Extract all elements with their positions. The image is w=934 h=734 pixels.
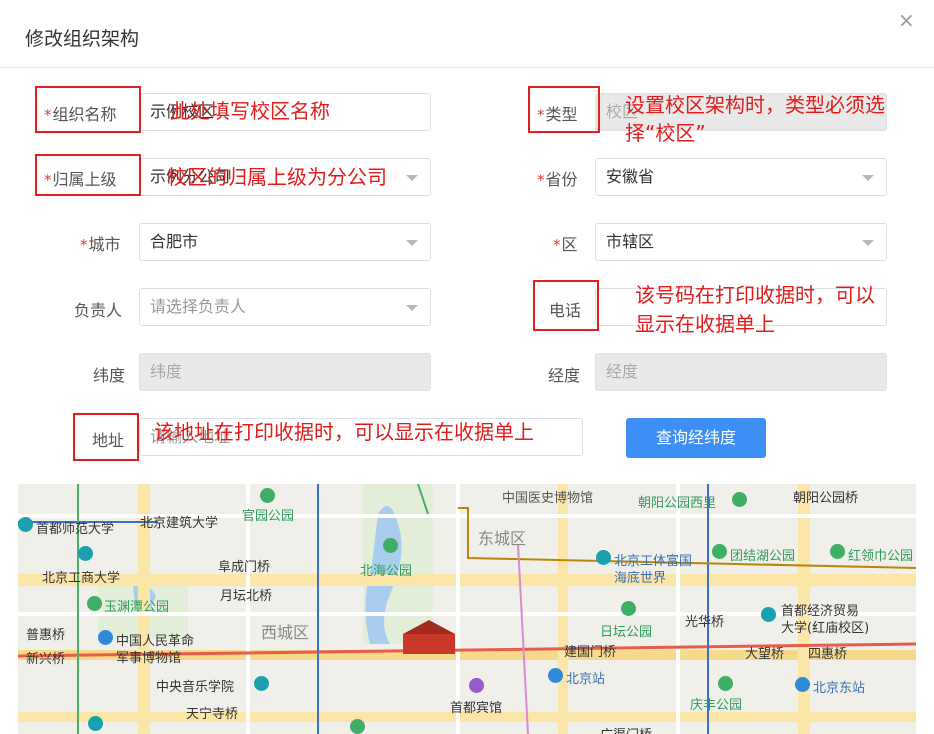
- school-icon: [18, 517, 33, 532]
- school-icon: [254, 676, 269, 691]
- highlight-box-type: [528, 86, 600, 133]
- map-poi-label: 光华桥: [685, 615, 725, 630]
- school-icon: [761, 607, 776, 622]
- map-poi-label: 大望桥: [745, 647, 785, 662]
- longitude-input: 经度: [595, 353, 887, 391]
- annotation-org-name: 此处填写校区名称: [170, 99, 330, 123]
- map-poi-label: 中国医史博物馆: [502, 491, 594, 506]
- city-select[interactable]: 合肥市: [139, 223, 431, 261]
- map-poi-label: 团结湖公园: [730, 549, 796, 564]
- city-value: 合肥市: [150, 232, 199, 251]
- map-poi-label: 北京站: [566, 672, 606, 687]
- required-asterisk: *: [80, 236, 88, 254]
- chevron-down-icon: [406, 175, 418, 181]
- map-poi-label: 庆丰公园: [690, 698, 743, 713]
- search-coordinates-button[interactable]: 查询经纬度: [626, 418, 766, 458]
- map-poi-label: 四惠桥: [808, 647, 848, 662]
- district-value: 市辖区: [606, 232, 655, 251]
- map-poi-label: 朝阳公园桥: [793, 491, 859, 506]
- map-poi-label: 天宁寺桥: [186, 707, 239, 722]
- annotation-type-line1: 设置校区架构时，类型必须选: [625, 93, 885, 117]
- map-poi-label: 建国门桥: [564, 645, 617, 660]
- map-poi-label: 玉渊潭公园: [104, 600, 170, 615]
- park-icon: [350, 719, 365, 734]
- map-poi-label: 红领巾公园: [848, 549, 914, 564]
- place-icon: [596, 550, 611, 565]
- map-poi-label: 广渠门桥: [600, 724, 652, 734]
- manager-placeholder: 请选择负责人: [150, 297, 247, 316]
- province-label: *省份: [537, 170, 578, 189]
- train-station-icon: [548, 668, 563, 683]
- close-icon[interactable]: ×: [898, 8, 915, 32]
- latitude-placeholder: 纬度: [150, 362, 183, 381]
- park-icon: [712, 544, 727, 559]
- required-asterisk: *: [553, 236, 561, 254]
- highlight-box-parent: [35, 154, 141, 196]
- map-poi-label: 官园公园: [242, 509, 295, 524]
- chevron-down-icon: [862, 240, 874, 246]
- chevron-down-icon: [862, 175, 874, 181]
- map-poi-label: 军事博物馆: [116, 651, 182, 666]
- museum-icon: [98, 630, 113, 645]
- map-poi-label: 北海公园: [360, 564, 413, 579]
- chevron-down-icon: [406, 305, 418, 311]
- map-poi-label: 朝阳公园西里: [638, 496, 717, 511]
- required-asterisk: *: [537, 171, 545, 189]
- longitude-placeholder: 经度: [606, 362, 639, 381]
- park-icon: [830, 544, 845, 559]
- chevron-down-icon: [406, 240, 418, 246]
- map-poi-label: 北京建筑大学: [140, 516, 219, 531]
- hotel-icon: [469, 678, 484, 693]
- annotation-phone-line2: 显示在收据单上: [635, 312, 775, 336]
- map-poi-label: 阜成门桥: [218, 560, 271, 575]
- province-select[interactable]: 安徽省: [595, 158, 887, 196]
- place-icon: [88, 716, 103, 731]
- highlight-box-address: [73, 413, 139, 461]
- annotation-parent: 校区的归属上级为分公司: [167, 165, 387, 189]
- highlight-box-phone: [533, 280, 599, 331]
- map-poi-label: 日坛公园: [600, 625, 653, 640]
- annotation-type-line2: 择“校区”: [625, 121, 706, 145]
- map-poi-label: 大学(红庙校区): [781, 621, 870, 636]
- school-icon: [78, 546, 93, 561]
- map-view[interactable]: 东城区 西城区 中国医史博物馆 朝阳公园西里 朝阳公园桥 首都师范大学 北京建筑…: [18, 484, 916, 734]
- map-poi-label: 中央音乐学院: [156, 680, 235, 695]
- park-icon: [718, 676, 733, 691]
- map-poi-label: 新兴桥: [26, 652, 66, 667]
- map-poi-label: 北京工商大学: [42, 571, 121, 586]
- district-select[interactable]: 市辖区: [595, 223, 887, 261]
- park-icon: [732, 492, 747, 507]
- city-label: *城市: [80, 235, 121, 254]
- highlight-box-org-name: [35, 86, 141, 133]
- latitude-label: 纬度: [93, 366, 126, 385]
- map-poi-label: 首都宾馆: [450, 701, 503, 716]
- map-poi-label: 首都师范大学: [36, 522, 115, 537]
- map-poi-label: 北京东站: [813, 681, 866, 696]
- title-divider: [0, 67, 934, 68]
- annotation-address: 该地址在打印收据时，可以显示在收据单上: [154, 420, 534, 444]
- dialog-title: 修改组织架构: [25, 28, 140, 50]
- park-icon: [621, 601, 636, 616]
- province-value: 安徽省: [606, 167, 655, 186]
- map-district-label: 西城区: [261, 623, 310, 642]
- park-icon: [383, 538, 398, 553]
- manager-label: 负责人: [74, 301, 123, 320]
- park-icon: [260, 488, 275, 503]
- train-station-icon: [795, 677, 810, 692]
- park-icon: [87, 596, 102, 611]
- map-poi-label: 月坛北桥: [220, 589, 273, 604]
- latitude-input: 纬度: [139, 353, 431, 391]
- district-label: *区: [553, 235, 578, 254]
- manager-select[interactable]: 请选择负责人: [139, 288, 431, 326]
- map-poi-label: 海底世界: [614, 571, 667, 586]
- map-district-label: 东城区: [478, 529, 527, 548]
- annotation-phone-line1: 该号码在打印收据时，可以: [635, 283, 875, 307]
- longitude-label: 经度: [548, 366, 581, 385]
- map-poi-label: 普惠桥: [26, 628, 66, 643]
